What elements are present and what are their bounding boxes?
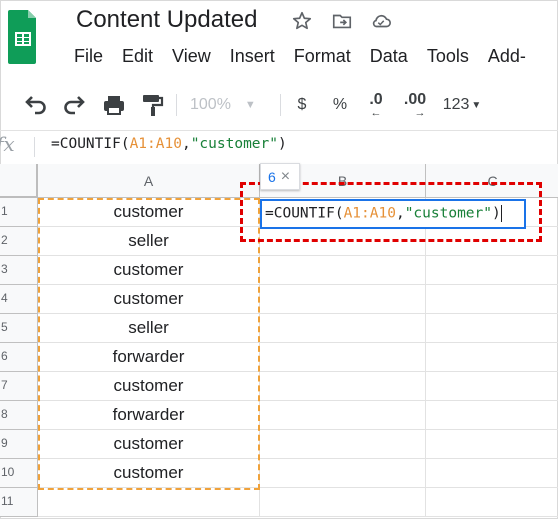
formula-input[interactable]: =COUNTIF(A1:A10,"customer") — [51, 136, 287, 152]
fx-icon: fx — [0, 132, 15, 156]
grid-cell[interactable] — [260, 430, 426, 459]
more-formats-button[interactable]: 123 ▼ — [440, 90, 484, 120]
menu-addons[interactable]: Add- — [488, 43, 526, 69]
row-header[interactable]: 10 — [0, 459, 38, 488]
grid-cell[interactable] — [260, 488, 426, 517]
currency-format-button[interactable]: $ — [290, 90, 314, 120]
grid-cell[interactable] — [260, 285, 426, 314]
paint-format-icon[interactable] — [138, 90, 166, 120]
arrow-left-icon: ← — [370, 107, 382, 119]
select-all-corner[interactable] — [0, 164, 38, 198]
formula-suffix: ) — [278, 136, 287, 152]
grid-cell[interactable] — [260, 372, 426, 401]
formula-prefix: =COUNTIF( — [51, 136, 130, 152]
grid-cell[interactable] — [426, 401, 558, 430]
document-title[interactable]: Content Updated — [76, 4, 257, 36]
row-header[interactable]: 9 — [0, 430, 38, 459]
tooltip-value: 6 — [268, 168, 276, 185]
row-header[interactable]: 4 — [0, 285, 38, 314]
grid-cell[interactable] — [426, 488, 558, 517]
redo-icon[interactable] — [60, 90, 88, 120]
row-header[interactable]: 6 — [0, 343, 38, 372]
decrease-decimal-label: .0 — [369, 91, 383, 108]
percent-format-button[interactable]: % — [328, 90, 352, 120]
chevron-down-icon: ▼ — [244, 99, 256, 111]
menu-view[interactable]: View — [172, 43, 211, 69]
grid-cell[interactable] — [260, 256, 426, 285]
toolbar-divider — [280, 94, 281, 116]
grid-cell[interactable] — [38, 488, 260, 517]
formula-result-tooltip: 6 × — [260, 163, 300, 190]
menu-edit[interactable]: Edit — [122, 43, 153, 69]
formula-criterion: "customer" — [190, 136, 279, 152]
increase-decimal-label: .00 — [403, 91, 427, 108]
grid-cell[interactable] — [260, 343, 426, 372]
cloud-saved-icon[interactable] — [370, 10, 392, 32]
menu-format[interactable]: Format — [294, 43, 351, 69]
grid-cell[interactable] — [426, 314, 558, 343]
move-to-folder-icon[interactable] — [331, 10, 353, 32]
grid-cell[interactable] — [426, 256, 558, 285]
arrow-right-icon: → — [414, 107, 426, 119]
undo-icon[interactable] — [22, 90, 50, 120]
close-icon[interactable]: × — [281, 168, 290, 186]
grid-cell[interactable] — [426, 430, 558, 459]
grid-cell[interactable] — [426, 343, 558, 372]
row-header[interactable]: 5 — [0, 314, 38, 343]
row-header[interactable]: 7 — [0, 372, 38, 401]
row-header[interactable]: 8 — [0, 401, 38, 430]
row-header[interactable]: 1 — [0, 198, 38, 227]
grid-cell[interactable] — [426, 372, 558, 401]
chevron-down-icon: ▼ — [471, 99, 482, 111]
grid-cell[interactable] — [260, 401, 426, 430]
more-formats-label: 123 — [442, 96, 470, 113]
print-icon[interactable] — [100, 90, 128, 120]
toolbar: 100% ▼ $ % .0 ← .00 → 123 ▼ — [0, 86, 558, 124]
formula-bar: fx =COUNTIF(A1:A10,"customer") — [0, 130, 558, 165]
menu-file[interactable]: File — [74, 43, 103, 69]
grid-cell[interactable] — [260, 314, 426, 343]
grid-cell[interactable] — [426, 459, 558, 488]
row-header[interactable]: 3 — [0, 256, 38, 285]
zoom-select[interactable]: 100% ▼ — [190, 90, 270, 120]
decrease-decimal-button[interactable]: .0 ← — [364, 90, 388, 120]
sheets-logo-icon[interactable] — [8, 8, 38, 64]
formula-comma: , — [181, 136, 191, 152]
star-icon[interactable] — [291, 10, 313, 32]
annotation-highlight-box — [240, 182, 542, 242]
menu-data[interactable]: Data — [370, 43, 408, 69]
grid-cell[interactable] — [426, 285, 558, 314]
zoom-value: 100% — [190, 96, 231, 113]
grid-cell[interactable] — [260, 459, 426, 488]
row-header[interactable]: 2 — [0, 227, 38, 256]
increase-decimal-button[interactable]: .00 → — [400, 90, 430, 120]
menu-insert[interactable]: Insert — [230, 43, 275, 69]
formula-bar-divider — [34, 137, 35, 157]
column-header-a[interactable]: A — [38, 164, 260, 198]
menu-bar: File Edit View Insert Format Data Tools … — [74, 43, 545, 69]
range-highlight-a1-a10 — [38, 198, 260, 490]
toolbar-divider — [176, 94, 177, 116]
row-header[interactable]: 11 — [0, 488, 38, 517]
menu-tools[interactable]: Tools — [427, 43, 469, 69]
formula-range: A1:A10 — [129, 136, 182, 152]
